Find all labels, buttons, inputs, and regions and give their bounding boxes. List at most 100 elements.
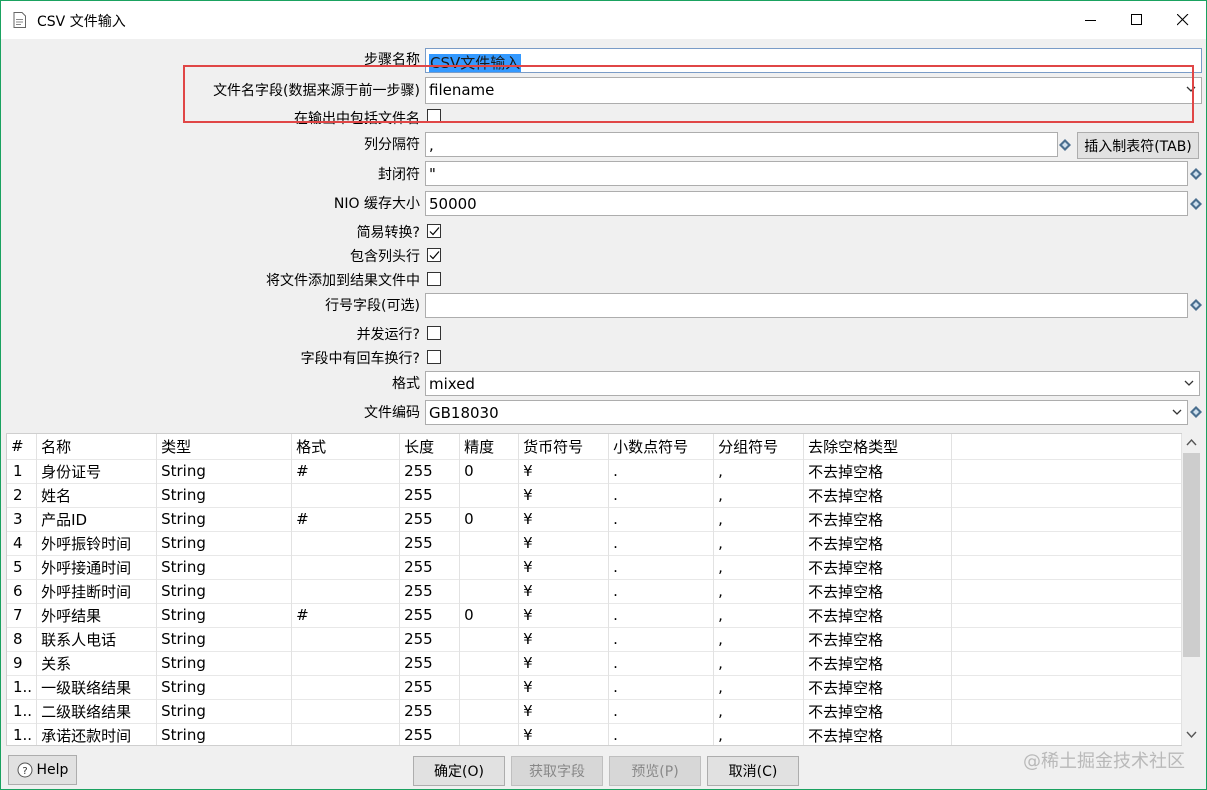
row-number-input[interactable]	[425, 293, 1188, 318]
table-cell[interactable]: ¥	[518, 698, 610, 723]
table-cell[interactable]: 不去掉空格	[803, 674, 953, 699]
table-cell[interactable]: 255	[399, 530, 461, 555]
table-cell[interactable]: 不去掉空格	[803, 506, 953, 531]
table-cell[interactable]: 255	[399, 674, 461, 699]
table-cell[interactable]: 5	[7, 554, 38, 579]
table-cell[interactable]	[459, 578, 520, 603]
table-cell[interactable]: ,	[713, 458, 805, 483]
table-cell[interactable]: 3	[7, 506, 38, 531]
encoding-select[interactable]: GB18030	[425, 400, 1188, 425]
table-cell[interactable]: ¥	[518, 458, 610, 483]
table-cell[interactable]	[291, 698, 401, 723]
variable-icon[interactable]	[1190, 299, 1202, 311]
table-cell[interactable]	[459, 650, 520, 675]
table-row[interactable]: 8 联系人电话 String 255 ¥., 不去掉空格	[7, 626, 1183, 651]
help-button[interactable]: ? Help	[8, 755, 77, 785]
table-cell[interactable]: #	[291, 602, 401, 627]
table-row[interactable]: 1.. 承诺还款时间 String 255 ¥., 不去掉空格	[7, 722, 1183, 745]
table-cell[interactable]	[291, 722, 401, 745]
variable-icon[interactable]	[1190, 168, 1202, 180]
variable-icon[interactable]	[1190, 198, 1202, 210]
ok-button[interactable]: 确定(O)	[413, 756, 505, 786]
table-row[interactable]: 6 外呼挂断时间 String 255 ¥., 不去掉空格	[7, 578, 1183, 603]
table-cell[interactable]: 产品ID	[36, 506, 158, 531]
cancel-button[interactable]: 取消(C)	[707, 756, 799, 786]
scrollbar-thumb[interactable]	[1183, 453, 1200, 657]
table-cell[interactable]	[459, 626, 520, 651]
table-cell[interactable]	[459, 530, 520, 555]
table-cell[interactable]	[291, 578, 401, 603]
table-cell[interactable]: 1	[7, 458, 38, 483]
table-cell[interactable]	[291, 674, 401, 699]
table-cell[interactable]: ,	[713, 674, 805, 699]
table-cell[interactable]: String	[156, 722, 293, 745]
table-cell[interactable]: .	[608, 554, 715, 579]
table-cell[interactable]: 不去掉空格	[803, 458, 953, 483]
table-cell[interactable]: 6	[7, 578, 38, 603]
table-cell[interactable]: 255	[399, 578, 461, 603]
preview-button[interactable]: 预览(P)	[609, 756, 701, 786]
table-cell[interactable]: String	[156, 698, 293, 723]
close-button[interactable]	[1160, 1, 1206, 39]
table-cell[interactable]: 联系人电话	[36, 626, 158, 651]
table-cell[interactable]: ,	[713, 626, 805, 651]
table-cell[interactable]	[291, 650, 401, 675]
table-cell[interactable]: 255	[399, 722, 461, 745]
table-cell[interactable]: .	[608, 626, 715, 651]
table-cell[interactable]: ¥	[518, 530, 610, 555]
table-cell[interactable]: String	[156, 506, 293, 531]
table-cell[interactable]: #	[291, 506, 401, 531]
minimize-button[interactable]	[1068, 1, 1114, 39]
table-cell[interactable]: .	[608, 650, 715, 675]
table-row[interactable]: 5 外呼接通时间 String 255 ¥., 不去掉空格	[7, 554, 1183, 579]
table-cell[interactable]	[459, 554, 520, 579]
table-cell[interactable]: ,	[713, 530, 805, 555]
table-row[interactable]: 9 关系 String 255 ¥., 不去掉空格	[7, 650, 1183, 675]
column-header[interactable]: 货币符号	[518, 434, 610, 459]
table-cell[interactable]: 0	[459, 506, 520, 531]
parallel-checkbox[interactable]	[427, 326, 441, 340]
table-cell[interactable]: ,	[713, 482, 805, 507]
table-cell[interactable]: 不去掉空格	[803, 578, 953, 603]
column-header[interactable]: 分组符号	[713, 434, 805, 459]
table-cell[interactable]: ,	[713, 602, 805, 627]
table-cell[interactable]: String	[156, 602, 293, 627]
table-cell[interactable]: 不去掉空格	[803, 530, 953, 555]
table-cell[interactable]: 外呼结果	[36, 602, 158, 627]
delimiter-input[interactable]: ,	[425, 132, 1058, 157]
table-cell[interactable]	[291, 626, 401, 651]
scroll-up-icon[interactable]	[1186, 438, 1197, 446]
insert-tab-button[interactable]: 插入制表符(TAB)	[1077, 132, 1199, 159]
table-cell[interactable]: 不去掉空格	[803, 482, 953, 507]
table-cell[interactable]: 7	[7, 602, 38, 627]
table-cell[interactable]: 不去掉空格	[803, 554, 953, 579]
table-row[interactable]: 1.. 一级联络结果 String 255 ¥., 不去掉空格	[7, 674, 1183, 699]
table-row[interactable]: 3 产品ID String #255 0 ¥., 不去掉空格	[7, 506, 1183, 531]
add-to-result-checkbox[interactable]	[427, 272, 441, 286]
newline-checkbox[interactable]	[427, 350, 441, 364]
table-cell[interactable]: 不去掉空格	[803, 650, 953, 675]
nio-buffer-input[interactable]: 50000	[425, 191, 1188, 216]
table-cell[interactable]: String	[156, 626, 293, 651]
table-cell[interactable]: .	[608, 674, 715, 699]
table-cell[interactable]: 255	[399, 602, 461, 627]
table-cell[interactable]: 1..	[7, 698, 38, 723]
table-cell[interactable]: ,	[713, 578, 805, 603]
table-row[interactable]: 7 外呼结果 String #255 0 ¥., 不去掉空格	[7, 602, 1183, 627]
lazy-conversion-checkbox[interactable]	[427, 224, 441, 238]
table-cell[interactable]: 不去掉空格	[803, 626, 953, 651]
table-cell[interactable]: String	[156, 674, 293, 699]
maximize-button[interactable]	[1114, 1, 1160, 39]
table-cell[interactable]: 1..	[7, 674, 38, 699]
table-cell[interactable]: .	[608, 698, 715, 723]
header-row-checkbox[interactable]	[427, 248, 441, 262]
table-cell[interactable]	[291, 554, 401, 579]
table-cell[interactable]: ¥	[518, 554, 610, 579]
table-cell[interactable]: 0	[459, 602, 520, 627]
column-header[interactable]: 去除空格类型	[803, 434, 953, 459]
table-cell[interactable]: 255	[399, 698, 461, 723]
table-cell[interactable]: 0	[459, 458, 520, 483]
table-cell[interactable]: ,	[713, 506, 805, 531]
get-fields-button[interactable]: 获取字段	[511, 756, 603, 786]
column-header[interactable]: 类型	[156, 434, 293, 459]
